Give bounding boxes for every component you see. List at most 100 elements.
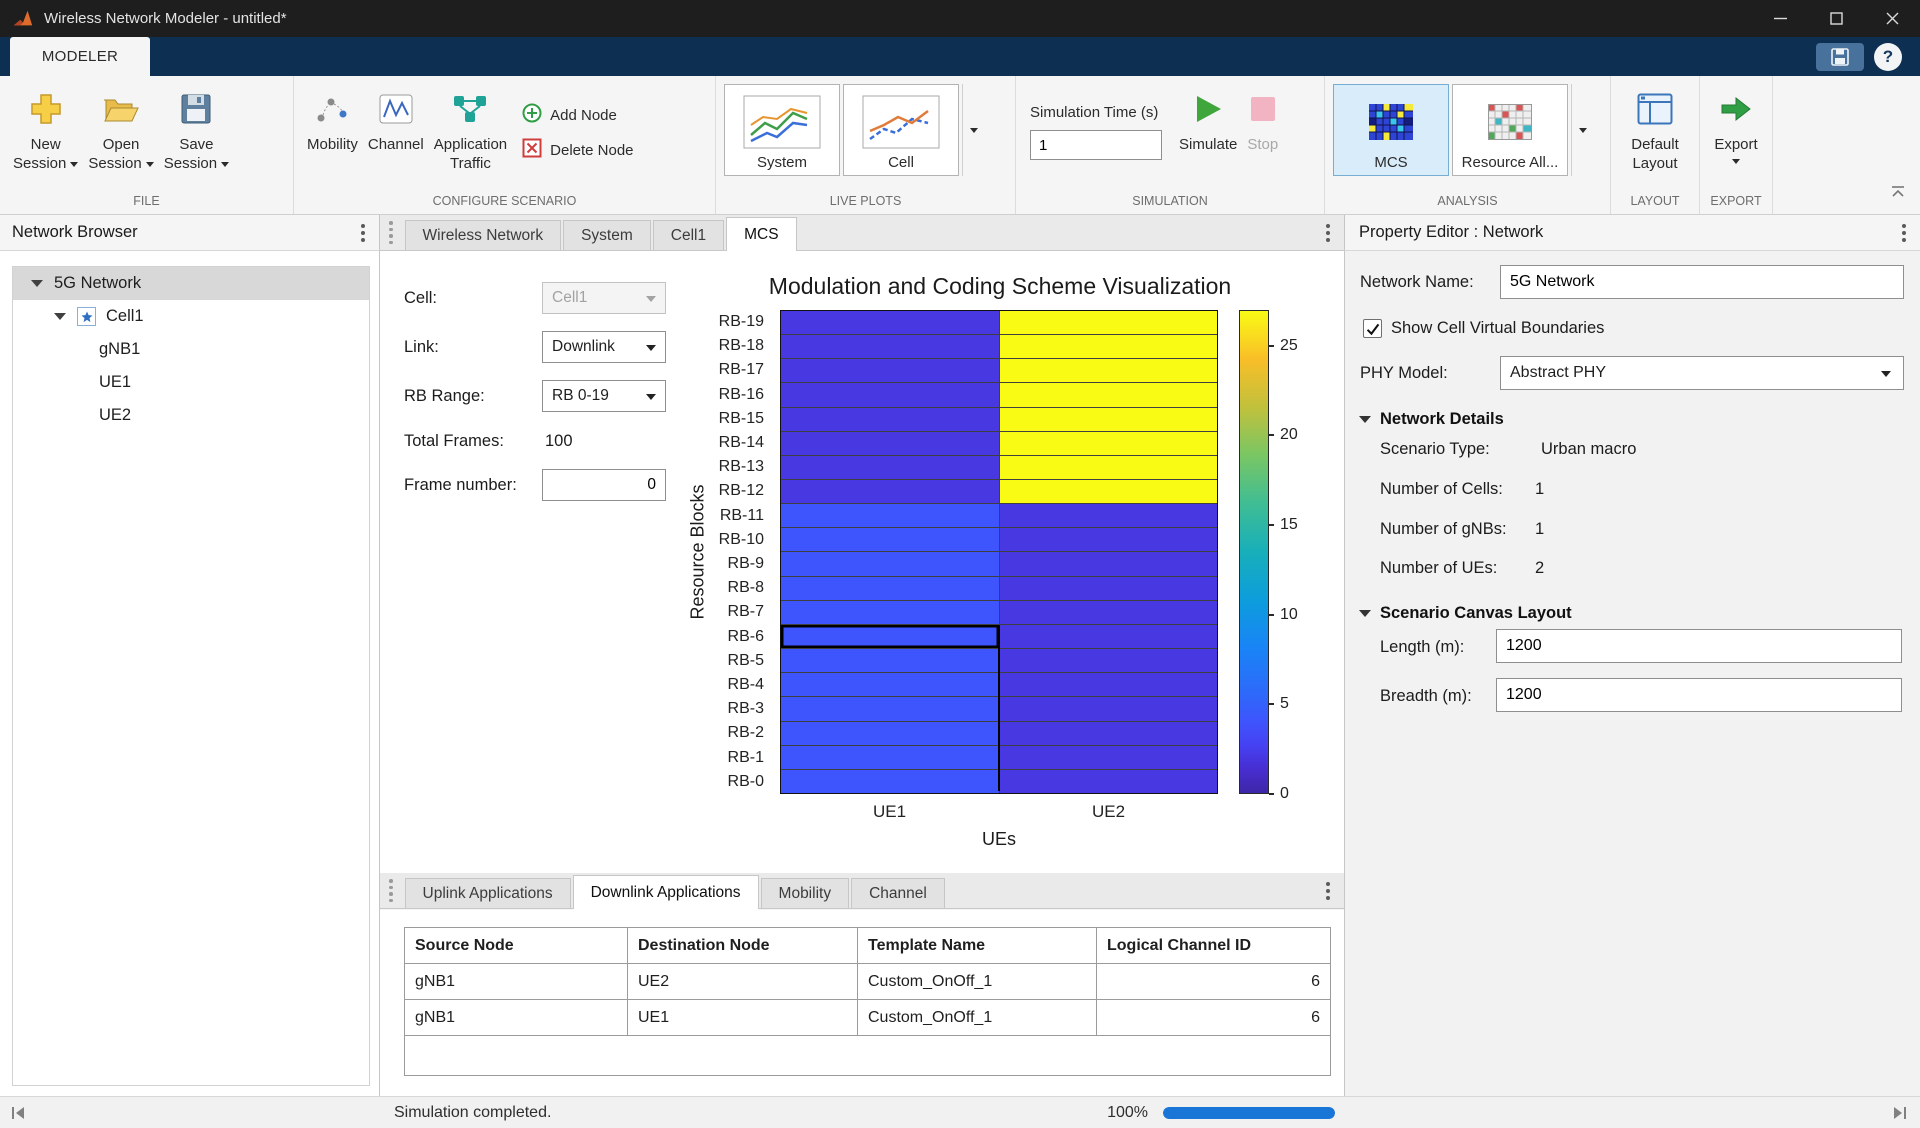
heatmap-cell-UE1-RB-5[interactable] (781, 649, 999, 672)
cell-dropdown[interactable]: Cell1 (542, 282, 666, 314)
tab-mobility[interactable]: Mobility (761, 878, 850, 908)
tab-channel[interactable]: Channel (851, 878, 945, 908)
maximize-button[interactable] (1808, 0, 1864, 37)
heatmap-cell-UE1-RB-3[interactable] (781, 697, 999, 720)
heatmap-cell-UE2-RB-11[interactable] (1000, 504, 1218, 527)
link-dropdown[interactable]: Downlink (542, 331, 666, 363)
drag-grip-icon[interactable] (389, 879, 393, 902)
tree-item-ue2[interactable]: UE2 (13, 399, 369, 432)
tab-modeler[interactable]: MODELER (10, 37, 150, 76)
heatmap-cell-UE2-RB-4[interactable] (1000, 673, 1218, 696)
minimize-button[interactable] (1752, 0, 1808, 37)
heatmap-cell-UE1-RB-6[interactable] (781, 625, 999, 648)
heatmap-cell-UE1-RB-19[interactable] (781, 311, 999, 334)
heatmap-cell-UE1-RB-17[interactable] (781, 359, 999, 382)
tree-item-ue1[interactable]: UE1 (13, 366, 369, 399)
heatmap-cell-UE1-RB-15[interactable] (781, 408, 999, 431)
network-browser-menu-button[interactable] (361, 224, 365, 242)
quick-save-button[interactable] (1816, 43, 1864, 71)
stop-button[interactable]: Stop (1242, 82, 1283, 159)
heatmap-cell-UE1-RB-13[interactable] (781, 456, 999, 479)
heatmap-cell-UE2-RB-17[interactable] (1000, 359, 1218, 382)
heatmap-cell-UE1-RB-8[interactable] (781, 577, 999, 600)
heatmap-cell-UE1-RB-11[interactable] (781, 504, 999, 527)
resource-allocation-button[interactable]: Resource All... (1452, 84, 1568, 176)
heatmap-cell-UE2-RB-12[interactable] (1000, 480, 1218, 503)
tab-cell1[interactable]: Cell1 (653, 220, 724, 250)
channel-button[interactable]: Channel (363, 82, 429, 159)
delete-node-button[interactable]: Delete Node (522, 139, 633, 161)
add-node-button[interactable]: Add Node (522, 104, 633, 126)
heatmap-cell-UE2-RB-5[interactable] (1000, 649, 1218, 672)
tab-wireless-network[interactable]: Wireless Network (405, 220, 562, 250)
collapse-left-icon[interactable] (10, 1105, 27, 1126)
mobility-button[interactable]: Mobility (302, 82, 363, 159)
heatmap-cell-UE1-RB-7[interactable] (781, 601, 999, 624)
heatmap-cell-UE1-RB-4[interactable] (781, 673, 999, 696)
scenario-canvas-layout-section[interactable]: Scenario Canvas Layout (1359, 604, 1572, 623)
help-button[interactable]: ? (1874, 43, 1902, 71)
simulate-button[interactable]: Simulate (1174, 82, 1242, 159)
heatmap-cell-UE1-RB-1[interactable] (781, 746, 999, 769)
tree-item-gnb1[interactable]: gNB1 (13, 333, 369, 366)
heatmap-cell-UE2-RB-10[interactable] (1000, 528, 1218, 551)
heatmap-cell-UE2-RB-0[interactable] (1000, 770, 1218, 793)
phy-model-dropdown[interactable]: Abstract PHY (1500, 356, 1904, 390)
breadth-input[interactable] (1496, 678, 1902, 712)
show-boundaries-checkbox[interactable] (1363, 319, 1382, 338)
tree-item-5g-network[interactable]: 5G Network (13, 267, 369, 300)
collapse-right-icon[interactable] (1891, 1105, 1908, 1126)
expander-icon[interactable] (54, 313, 66, 320)
heatmap-cell-UE2-RB-19[interactable] (1000, 311, 1218, 334)
rb-range-dropdown[interactable]: RB 0-19 (542, 380, 666, 412)
heatmap-cell-UE1-RB-14[interactable] (781, 432, 999, 455)
length-input[interactable] (1496, 629, 1902, 663)
tab-uplink-applications[interactable]: Uplink Applications (405, 878, 571, 908)
heatmap-cell-UE1-RB-0[interactable] (781, 770, 999, 793)
frame-number-input[interactable] (542, 469, 666, 501)
heatmap-cell-UE2-RB-9[interactable] (1000, 552, 1218, 575)
simulation-time-input[interactable] (1030, 130, 1162, 160)
network-name-input[interactable] (1500, 265, 1904, 299)
heatmap-cell-UE2-RB-1[interactable] (1000, 746, 1218, 769)
heatmap-cell-UE2-RB-18[interactable] (1000, 335, 1218, 358)
network-details-section[interactable]: Network Details (1359, 410, 1504, 429)
heatmap-cell-UE1-RB-10[interactable] (781, 528, 999, 551)
drag-grip-icon[interactable] (389, 221, 393, 244)
tab-system[interactable]: System (563, 220, 651, 250)
heatmap-cell-UE1-RB-9[interactable] (781, 552, 999, 575)
heatmap-cell-UE2-RB-15[interactable] (1000, 408, 1218, 431)
close-button[interactable] (1864, 0, 1920, 37)
mcs-analysis-button[interactable]: MCS (1333, 84, 1449, 176)
minimize-ribbon-button[interactable] (1890, 185, 1906, 204)
heatmap-cell-UE2-RB-6[interactable] (1000, 625, 1218, 648)
heatmap-cell-UE2-RB-3[interactable] (1000, 697, 1218, 720)
live-plots-gallery-expand-button[interactable] (962, 84, 984, 176)
heatmap-cell-UE2-RB-16[interactable] (1000, 383, 1218, 406)
heatmap-cell-UE2-RB-8[interactable] (1000, 577, 1218, 600)
save-session-button[interactable]: SaveSession (159, 82, 234, 178)
heatmap-cell-UE2-RB-14[interactable] (1000, 432, 1218, 455)
cell-plot-button[interactable]: Cell (843, 84, 959, 176)
column-header[interactable]: Destination Node (628, 928, 858, 964)
tab-mcs[interactable]: MCS (726, 217, 796, 251)
expander-icon[interactable] (31, 280, 43, 287)
heatmap-cell-UE2-RB-2[interactable] (1000, 722, 1218, 745)
heatmap-cell-UE2-RB-7[interactable] (1000, 601, 1218, 624)
heatmap-cell-UE1-RB-16[interactable] (781, 383, 999, 406)
tab-downlink-applications[interactable]: Downlink Applications (573, 875, 759, 909)
application-traffic-button[interactable]: ApplicationTraffic (429, 82, 512, 178)
table-row[interactable]: gNB1 UE2 Custom_OnOff_1 6 (405, 964, 1331, 1000)
property-editor-menu-button[interactable] (1902, 224, 1906, 242)
heatmap-cell-UE1-RB-12[interactable] (781, 480, 999, 503)
column-header[interactable]: Logical Channel ID (1097, 928, 1331, 964)
document-tabbar-menu-button[interactable] (1326, 224, 1330, 242)
analysis-gallery-expand-button[interactable] (1571, 84, 1593, 176)
column-header[interactable]: Template Name (858, 928, 1097, 964)
export-button[interactable]: Export (1709, 82, 1762, 168)
heatmap-cell-UE1-RB-18[interactable] (781, 335, 999, 358)
applications-tabbar-menu-button[interactable] (1326, 882, 1330, 900)
heatmap-cell-UE2-RB-13[interactable] (1000, 456, 1218, 479)
tree-item-cell1[interactable]: Cell1 (13, 300, 369, 333)
new-session-button[interactable]: NewSession (8, 82, 83, 178)
